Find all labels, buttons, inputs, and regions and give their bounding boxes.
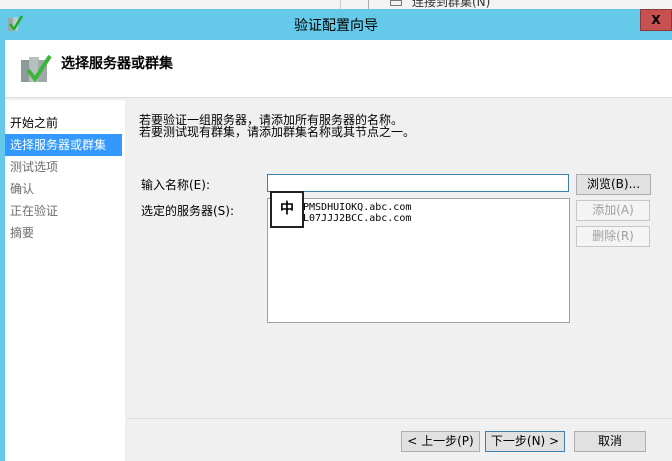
selected-servers-list[interactable]: PMSDHUIOKQ.abc.com L07JJJ2BCC.abc.com [267, 198, 570, 323]
nav-step-select-servers[interactable]: 选择服务器或群集 [5, 134, 122, 156]
back-button[interactable]: < 上一步(P) [401, 431, 480, 452]
page-title: 选择服务器或群集 [61, 56, 173, 72]
server-list-item[interactable]: PMSDHUIOKQ.abc.com [303, 202, 569, 213]
title-bar[interactable]: 验证配置向导 X [0, 9, 672, 40]
background-window: 连接到群集(N) [0, 0, 672, 9]
nav-step-summary: 摘要 [10, 226, 35, 240]
footer-divider [127, 418, 672, 419]
next-button[interactable]: 下一步(N) > [485, 431, 565, 452]
wizard-steps-nav: 开始之前 选择服务器或群集 测试选项 确认 正在验证 摘要 [5, 100, 125, 461]
cluster-icon [390, 0, 402, 6]
description: 若要验证一组服务器，请添加所有服务器的名称。 若要测试现有群集，请添加群集名称或… [139, 114, 415, 138]
name-label: 输入名称(E): [141, 178, 210, 192]
description-line-2: 若要测试现有群集，请添加群集名称或其节点之一。 [139, 125, 416, 139]
nav-step-testing-options: 测试选项 [10, 160, 59, 174]
ime-mode-indicator: 中 [270, 191, 304, 228]
divider [368, 0, 369, 9]
nav-step-validating: 正在验证 [10, 204, 59, 218]
add-button[interactable]: 添加(A) [576, 200, 650, 221]
server-name-input[interactable] [267, 174, 569, 192]
close-button[interactable]: X [640, 9, 672, 31]
wizard-header: 选择服务器或群集 [5, 40, 672, 98]
cancel-button[interactable]: 取消 [574, 431, 646, 452]
window-title: 验证配置向导 [294, 18, 378, 34]
nav-step-before-you-begin[interactable]: 开始之前 [5, 112, 125, 134]
remove-button[interactable]: 删除(R) [576, 226, 650, 247]
connect-cluster-menu-item[interactable]: 连接到群集(N) [412, 0, 490, 9]
browse-button[interactable]: 浏览(B)... [576, 174, 651, 195]
nav-step-confirmation: 确认 [10, 182, 35, 196]
main-panel: 若要验证一组服务器，请添加所有服务器的名称。 若要测试现有群集，请添加群集名称或… [127, 100, 672, 461]
server-list-item[interactable]: L07JJJ2BCC.abc.com [303, 213, 569, 224]
selected-servers-label: 选定的服务器(S): [141, 204, 235, 218]
servers-check-icon [21, 54, 52, 83]
divider [340, 0, 341, 9]
